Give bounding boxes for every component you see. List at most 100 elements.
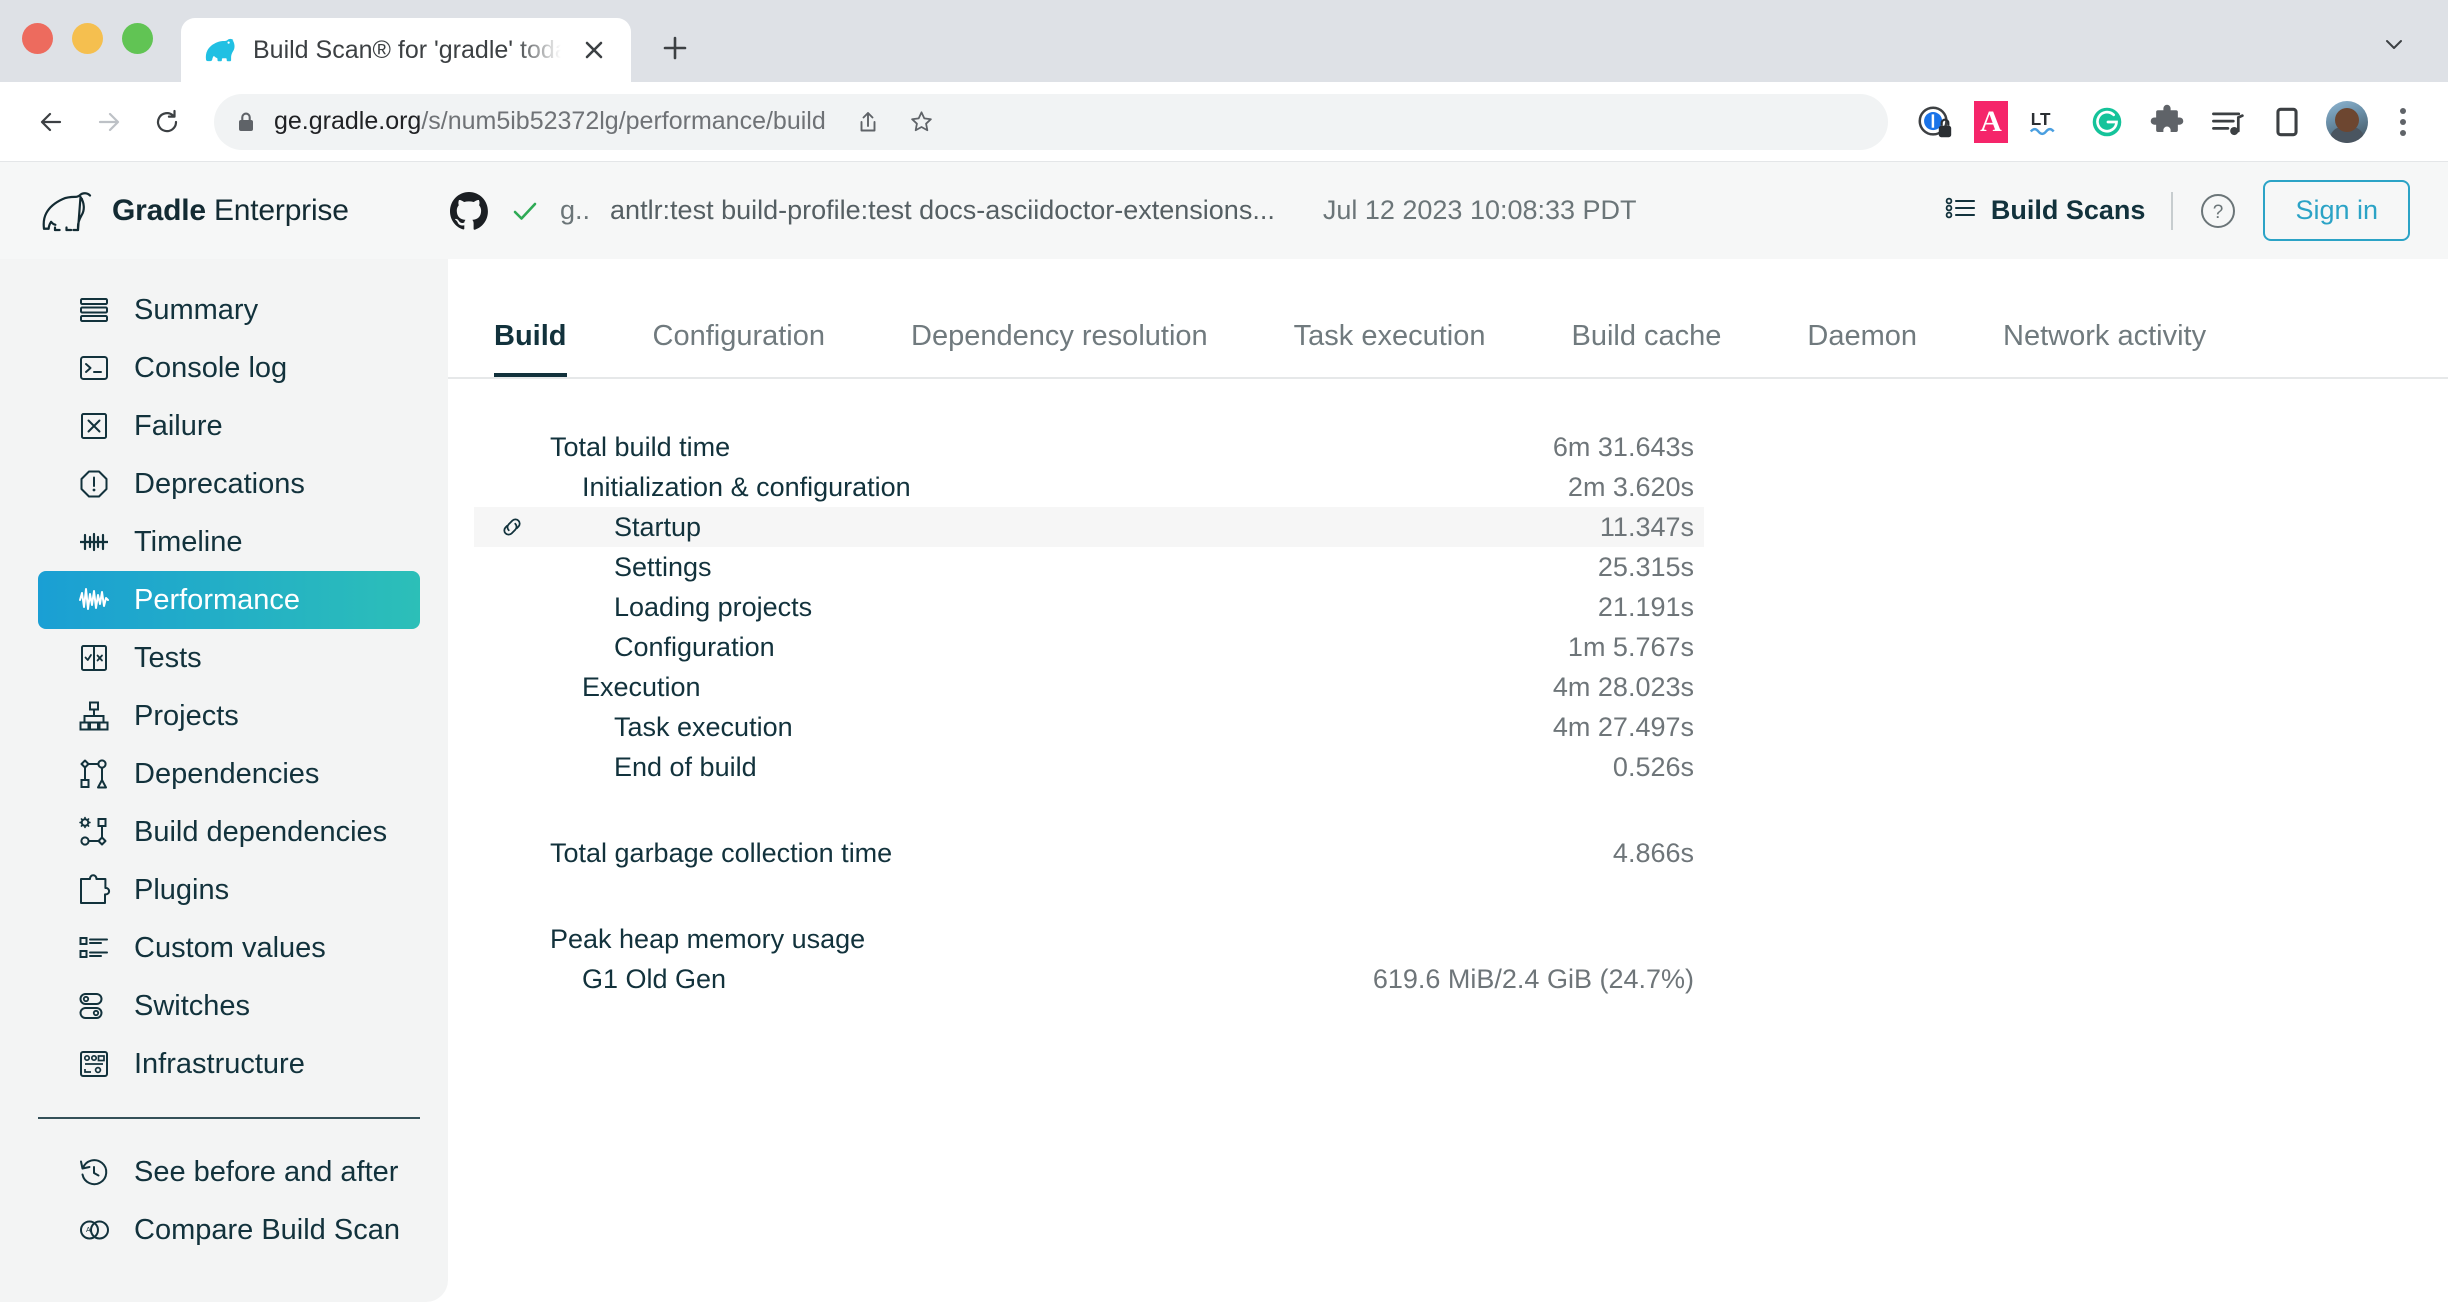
- sidebar-item-plugins[interactable]: Plugins: [38, 861, 420, 919]
- sidebar-item-label: Build dependencies: [134, 816, 387, 849]
- scan-identity: g.. antlr:test build-profile:test docs-a…: [448, 190, 1945, 232]
- build-performance-panel: Total build time 6m 31.643s Initializati…: [448, 379, 2448, 1302]
- table-row[interactable]: Startup 11.347s: [474, 507, 1704, 547]
- sidebar-item-deprecations[interactable]: Deprecations: [38, 455, 420, 513]
- tab-network-activity[interactable]: Network activity: [2003, 322, 2206, 377]
- row-value: 4m 27.497s: [1553, 712, 1704, 743]
- table-row[interactable]: Loading projects 21.191s: [474, 587, 1704, 627]
- heap-row[interactable]: G1 Old Gen 619.6 MiB/2.4 GiB (24.7%): [474, 959, 1704, 999]
- languagetool-icon[interactable]: LT: [2026, 101, 2068, 143]
- close-window-button[interactable]: [22, 23, 53, 54]
- chevron-down-icon[interactable]: [2374, 24, 2414, 64]
- page-body: Summary Console log Failure: [0, 259, 2448, 1302]
- tab-task-execution[interactable]: Task execution: [1294, 322, 1486, 377]
- onepassword-icon[interactable]: [1914, 101, 1956, 143]
- reading-list-icon[interactable]: [2206, 101, 2248, 143]
- gradle-elephant-icon: [205, 37, 237, 63]
- brand-logo[interactable]: Gradle Enterprise: [38, 189, 448, 233]
- brand-light: Enterprise: [214, 194, 349, 227]
- sidebar-item-custom-values[interactable]: Custom values: [38, 919, 420, 977]
- gc-row[interactable]: Total garbage collection time 4.866s: [474, 833, 1704, 873]
- plugins-icon: [76, 872, 112, 908]
- kebab-menu-icon[interactable]: [2386, 101, 2420, 143]
- forward-arrow-icon[interactable]: [80, 93, 138, 151]
- sign-in-button[interactable]: Sign in: [2263, 180, 2410, 241]
- row-label: Execution: [550, 672, 1553, 703]
- sidebar-item-projects[interactable]: Projects: [38, 687, 420, 745]
- minimize-window-button[interactable]: [72, 23, 103, 54]
- tests-icon: [76, 640, 112, 676]
- history-icon: [76, 1154, 112, 1190]
- build-scans-link[interactable]: Build Scans: [1945, 194, 2146, 227]
- user-avatar[interactable]: [2326, 101, 2368, 143]
- table-row[interactable]: Task execution 4m 27.497s: [474, 707, 1704, 747]
- help-icon[interactable]: ?: [2199, 192, 2237, 230]
- build-dependencies-icon: [76, 814, 112, 850]
- table-row[interactable]: Total build time 6m 31.643s: [474, 427, 1704, 467]
- list-icon: [1945, 194, 1977, 227]
- address-bar[interactable]: ge.gradle.org/s/num5ib52372lg/performanc…: [214, 94, 1888, 150]
- close-tab-button[interactable]: [577, 33, 611, 67]
- tab-dependency-resolution[interactable]: Dependency resolution: [911, 322, 1208, 377]
- grammarly-a-icon[interactable]: A: [1974, 101, 2008, 143]
- app-header: Gradle Enterprise g.. antlr:test build-p…: [0, 162, 2448, 259]
- sidebar-item-summary[interactable]: Summary: [38, 281, 420, 339]
- puzzle-extensions-icon[interactable]: [2146, 101, 2188, 143]
- new-tab-button[interactable]: [645, 18, 705, 78]
- grammarly-icon[interactable]: [2086, 101, 2128, 143]
- svg-text:LT: LT: [2031, 108, 2051, 128]
- sidebar-item-tests[interactable]: Tests: [38, 629, 420, 687]
- browser-window: Build Scan® for 'gradle' today a: [0, 0, 2448, 1302]
- sidebar-item-failure[interactable]: Failure: [38, 397, 420, 455]
- sidebar-divider: [38, 1117, 420, 1119]
- performance-tabs: Build Configuration Dependency resolutio…: [448, 259, 2448, 379]
- row-label: Initialization & configuration: [550, 472, 1568, 503]
- table-row[interactable]: Initialization & configuration 2m 3.620s: [474, 467, 1704, 507]
- tab-configuration[interactable]: Configuration: [653, 322, 826, 377]
- omnibox-actions: [844, 98, 946, 146]
- sidebar-item-label: Console log: [134, 352, 287, 385]
- sidebar-item-infrastructure[interactable]: Infrastructure: [38, 1035, 420, 1093]
- build-scans-label: Build Scans: [1991, 195, 2146, 226]
- row-value: 4m 28.023s: [1553, 672, 1704, 703]
- check-success-icon: [510, 196, 540, 226]
- sidebar-item-see-before-and-after[interactable]: See before and after: [38, 1143, 420, 1201]
- lock-icon: [236, 110, 256, 134]
- sidebar-item-performance[interactable]: Performance: [38, 571, 420, 629]
- share-icon[interactable]: [844, 98, 892, 146]
- table-row[interactable]: Configuration 1m 5.767s: [474, 627, 1704, 667]
- github-icon[interactable]: [448, 190, 490, 232]
- star-icon[interactable]: [898, 98, 946, 146]
- scan-short-id[interactable]: g..: [560, 195, 590, 226]
- row-label: Total garbage collection time: [550, 838, 1613, 869]
- sidebar-item-console-log[interactable]: Console log: [38, 339, 420, 397]
- sidebar-item-label: Compare Build Scan: [134, 1214, 400, 1247]
- browser-tab-title: Build Scan® for 'gradle' today a: [253, 36, 561, 65]
- row-value: 25.315s: [1598, 552, 1704, 583]
- tab-build-cache[interactable]: Build cache: [1571, 322, 1721, 377]
- row-label: Settings: [550, 552, 1598, 583]
- sidebar-item-switches[interactable]: Switches: [38, 977, 420, 1035]
- table-row[interactable]: Settings 25.315s: [474, 547, 1704, 587]
- maximize-window-button[interactable]: [122, 23, 153, 54]
- tab-daemon[interactable]: Daemon: [1807, 322, 1917, 377]
- table-row[interactable]: End of build 0.526s: [474, 747, 1704, 787]
- tab-panel-icon[interactable]: [2266, 101, 2308, 143]
- browser-tab[interactable]: Build Scan® for 'gradle' today a: [181, 18, 631, 82]
- sidebar-item-label: Deprecations: [134, 468, 305, 501]
- compare-icon: A: [76, 1212, 112, 1248]
- row-value: 2m 3.620s: [1568, 472, 1704, 503]
- sidebar-item-compare-build-scan[interactable]: A Compare Build Scan: [38, 1201, 420, 1259]
- reload-icon[interactable]: [138, 93, 196, 151]
- sidebar-item-dependencies[interactable]: Dependencies: [38, 745, 420, 803]
- sidebar-item-build-dependencies[interactable]: Build dependencies: [38, 803, 420, 861]
- back-arrow-icon[interactable]: [22, 93, 80, 151]
- row-value: 4.866s: [1613, 838, 1704, 869]
- performance-icon: [76, 582, 112, 618]
- tab-build[interactable]: Build: [494, 322, 567, 377]
- link-chain-icon[interactable]: [474, 513, 550, 541]
- table-row[interactable]: Execution 4m 28.023s: [474, 667, 1704, 707]
- svg-text:?: ?: [2213, 202, 2224, 223]
- sidebar-item-timeline[interactable]: Timeline: [38, 513, 420, 571]
- row-label: Loading projects: [550, 592, 1598, 623]
